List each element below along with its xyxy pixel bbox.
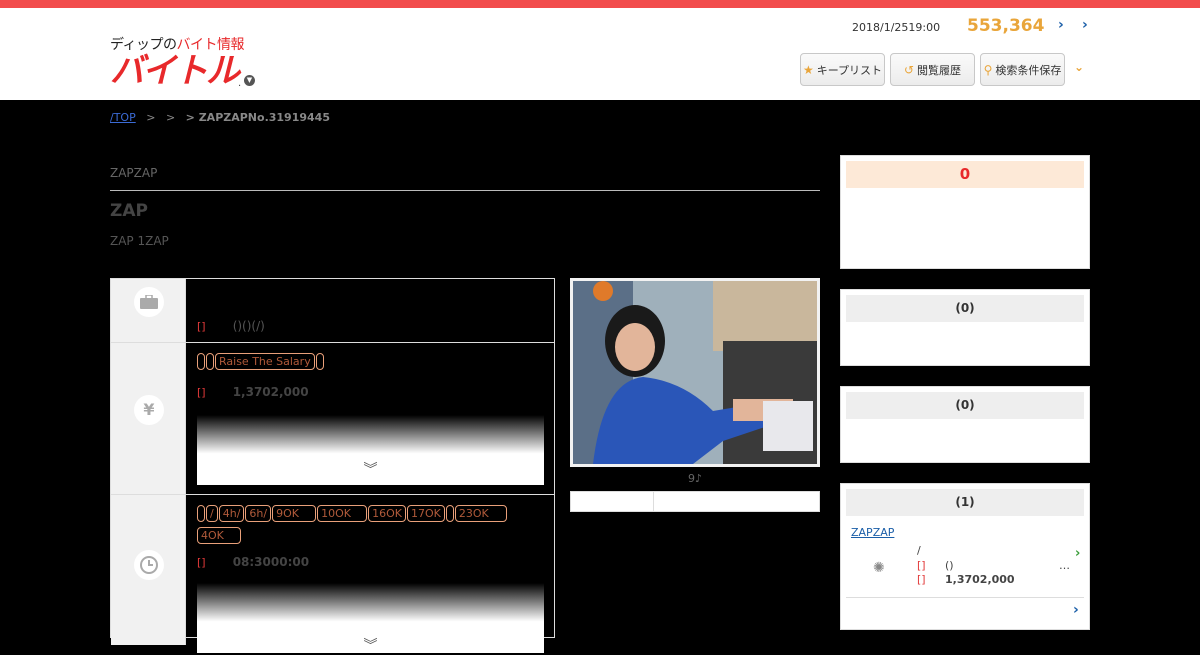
row-icon-cell xyxy=(111,279,186,342)
sidebar-box-header: 0 xyxy=(846,161,1084,188)
tag: 9OK xyxy=(272,505,317,522)
sidebar-box-keep: 0 xyxy=(840,155,1090,269)
expand-panel[interactable]: ︾ xyxy=(197,583,544,655)
saved-search-button[interactable]: ⚲ 検索条件保存 xyxy=(980,53,1065,86)
sidebar-slash: / xyxy=(917,544,921,557)
info-row-job: [] ()()(/) xyxy=(111,279,554,343)
breadcrumb: /TOP > > > ZAPZAPNo.31919445 xyxy=(110,111,330,124)
arrow-right-icon[interactable]: › xyxy=(1073,602,1079,618)
expand-chevron-icon[interactable]: ︾ xyxy=(197,459,544,479)
photo-illustration xyxy=(573,281,817,464)
hours-tags: /4h/6h/9OK 10OK 16OK 17OK 23OK 4OK xyxy=(197,505,537,549)
thumb-divider xyxy=(653,492,654,511)
sidebar-divider xyxy=(846,597,1084,598)
tag: 16OK xyxy=(368,505,406,522)
sidebar-label: [] xyxy=(917,559,926,572)
arrow-right-icon[interactable]: › xyxy=(1058,17,1064,33)
chevron-down-icon[interactable]: ▼ xyxy=(244,75,255,86)
title-divider xyxy=(110,190,820,191)
photo-caption: 9♪ xyxy=(687,472,703,485)
sidebar-salary: 1,3702,000 xyxy=(945,573,1015,586)
breadcrumb-current: > ZAPZAPNo.31919445 xyxy=(185,111,330,124)
briefcase-icon xyxy=(134,287,164,317)
row-icon-cell xyxy=(111,495,186,645)
row-content: Raise The Salary [] 1,3702,000 xyxy=(197,353,544,400)
photo-thumbnails[interactable] xyxy=(570,491,820,512)
row-icon-cell: ¥ xyxy=(111,343,186,494)
logo-dot: . xyxy=(238,78,242,89)
job-title: ZAP xyxy=(110,201,148,221)
tag: Raise The Salary xyxy=(215,353,315,370)
tag xyxy=(197,353,205,370)
row-label: [] xyxy=(197,386,206,399)
history-icon: ↺ xyxy=(903,62,915,77)
sidebar-box-2: (0) xyxy=(840,289,1090,366)
arrow-right-icon[interactable]: › xyxy=(1082,17,1088,33)
top-accent-bar xyxy=(0,0,1200,8)
salary-tags: Raise The Salary xyxy=(197,353,544,375)
star-icon: ★ xyxy=(802,62,814,77)
job-photo[interactable] xyxy=(570,278,820,467)
breadcrumb-sep: > xyxy=(165,111,176,124)
breadcrumb-sep: > xyxy=(146,111,156,124)
keep-list-label: キープリスト xyxy=(816,63,883,77)
update-date: 2018/1/2519:00 xyxy=(852,21,941,34)
site-logo[interactable]: バイトル xyxy=(110,52,240,90)
hours-line: [] 08:3000:00 xyxy=(197,551,544,570)
info-row-salary: ¥ Raise The Salary [] 1,3702,000 ︾ xyxy=(111,343,554,495)
tag: 4OK xyxy=(197,527,241,544)
breadcrumb-top-link[interactable]: /TOP xyxy=(110,111,136,124)
sidebar-box-3: (0) xyxy=(840,386,1090,463)
tag: 6h/ xyxy=(245,505,272,522)
tag: 4h/ xyxy=(218,505,245,522)
sidebar-ellipsis: … xyxy=(1059,559,1070,572)
salary-value: 1,3702,000 xyxy=(232,385,309,399)
chevron-down-icon[interactable]: ⌄ xyxy=(1074,60,1084,74)
sidebar-box-header: (1) xyxy=(846,489,1084,516)
row-content: [] ()()(/) xyxy=(197,315,544,334)
salary-line: [] 1,3702,000 xyxy=(197,381,544,400)
history-button[interactable]: ↺ 閲覧履歴 xyxy=(890,53,975,86)
sidebar-label: [] xyxy=(917,573,926,586)
company-name: ZAPZAP xyxy=(110,166,158,180)
tag: 23OK xyxy=(454,505,507,522)
sidebar-box-header: (0) xyxy=(846,392,1084,419)
hours-value: 08:3000:00 xyxy=(232,555,310,569)
loading-spinner-icon: ✺ xyxy=(873,560,885,576)
row-content: /4h/6h/9OK 10OK 16OK 17OK 23OK 4OK [] 08:3000… xyxy=(197,505,544,570)
chevron-right-icon[interactable]: › xyxy=(1075,546,1080,561)
sidebar-box-4: (1) ZAPZAP ✺ / [] () [] 1,3702,000 … › › xyxy=(840,483,1090,630)
tag: 17OK xyxy=(406,505,445,522)
clock-icon xyxy=(134,550,164,580)
tag xyxy=(445,505,454,522)
history-label: 閲覧履歴 xyxy=(917,63,962,77)
search-icon: ⚲ xyxy=(983,62,993,77)
tag xyxy=(206,353,214,370)
job-info-table: [] ()()(/) ¥ Raise The Salary [] 1,3702,… xyxy=(110,278,555,654)
yen-icon: ¥ xyxy=(134,395,164,425)
saved-search-label: 検索条件保存 xyxy=(995,63,1062,77)
info-row-hours: /4h/6h/9OK 10OK 16OK 17OK 23OK 4OK [] 08:3000… xyxy=(111,495,554,654)
job-count: 553,364 xyxy=(967,16,1045,36)
row-label: [] xyxy=(197,320,206,333)
job-subtitle: ZAP 1ZAP xyxy=(110,234,169,248)
row-label: [] xyxy=(197,556,206,569)
expand-panel[interactable]: ︾ xyxy=(197,415,544,485)
tag xyxy=(315,353,324,370)
sidebar-box-header: (0) xyxy=(846,295,1084,322)
sidebar-paren: () xyxy=(945,559,954,572)
tag xyxy=(197,505,205,522)
row-value: ()()(/) xyxy=(232,319,265,333)
site-header: ディップのバイト情報 バイトル . ▼ 2018/1/2519:00 553,3… xyxy=(0,8,1200,100)
sidebar-job-link[interactable]: ZAPZAP xyxy=(851,526,894,539)
tag: / xyxy=(206,505,218,522)
keep-list-button[interactable]: ★ キープリスト xyxy=(800,53,885,86)
tag: 10OK xyxy=(317,505,368,522)
expand-chevron-icon[interactable]: ︾ xyxy=(197,635,544,655)
